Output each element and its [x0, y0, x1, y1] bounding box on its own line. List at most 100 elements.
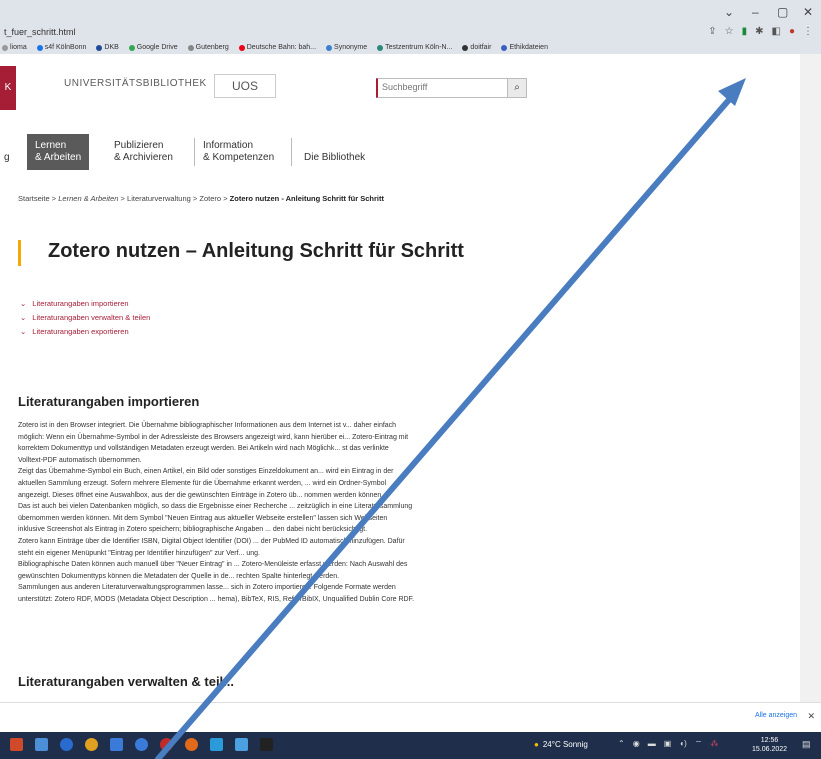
wifi-icon[interactable]: ⌔: [695, 739, 703, 749]
library-name[interactable]: UNIVERSITÄTSBIBLIOTHEK: [64, 78, 207, 89]
breadcrumb-home[interactable]: Startseite: [18, 194, 50, 203]
body-line: inklusive Screenshot als Eintrag in Zote…: [18, 526, 368, 534]
edge-icon[interactable]: [60, 738, 73, 751]
bookmark[interactable]: Deutsche Bahn: bah...: [238, 41, 316, 54]
breadcrumb-current: Zotero nutzen - Anleitung Schritt für Sc…: [229, 194, 384, 203]
bookmark[interactable]: doitfair: [462, 41, 491, 54]
breadcrumb-separator: >: [120, 194, 125, 203]
clock[interactable]: 12:56 15.06.2022: [752, 736, 787, 754]
chevron-down-icon: ⌄: [20, 312, 27, 322]
star-icon[interactable]: ☆: [725, 26, 734, 37]
nav-item-lernen[interactable]: Lernen & Arbeiten: [27, 134, 90, 170]
bookmark-icon: [462, 44, 469, 51]
clock-time: 12:56: [760, 737, 779, 744]
show-all-button[interactable]: Alle anzeigen: [755, 712, 797, 719]
toolbar-icons: ⇪ ☆ ▮ ✱ ◧ ● ⋮: [708, 26, 813, 37]
uos-logo[interactable]: UOS: [214, 74, 276, 98]
weather-widget[interactable]: ● 24°C Sonnig: [534, 740, 588, 749]
title-bar: ⌄ – ▢ ✕: [0, 0, 821, 24]
breadcrumb-literaturverwaltung[interactable]: Literaturverwaltung: [127, 194, 191, 203]
firefox-icon[interactable]: [185, 738, 198, 751]
puzzle-icon[interactable]: ✱: [755, 26, 763, 37]
db-icon: [238, 44, 245, 51]
sidepanel-icon[interactable]: ◧: [772, 26, 781, 37]
section-heading-import: Literaturangaben importieren: [18, 394, 200, 409]
address-bar[interactable]: t_fuer_schritt.html ⇪ ☆ ▮ ✱ ◧ ● ⋮: [0, 24, 821, 41]
close-window-button[interactable]: ✕: [803, 5, 813, 19]
search-icon[interactable]: ⌕: [507, 79, 526, 97]
chevron-up-icon[interactable]: ⌃: [618, 739, 625, 749]
app-tray-icon[interactable]: ⁂: [710, 739, 718, 749]
body-line: möglich: Wenn ein Übernahme-Symbol in de…: [18, 433, 409, 441]
bookmark[interactable]: Testzentrum Köln-N...: [377, 41, 452, 54]
app-icon[interactable]: [210, 738, 223, 751]
chrome-icon[interactable]: [85, 738, 98, 751]
bookmark-icon: [2, 44, 8, 51]
maximize-button[interactable]: ▢: [777, 5, 788, 19]
breadcrumb: Startseite > Lernen & Arbeiten > Literat…: [18, 194, 384, 203]
body-line: Sammlungen aus anderen Literaturverwaltu…: [18, 584, 396, 592]
toc-item[interactable]: ⌄ Literaturangaben exportieren: [20, 324, 150, 338]
bookmark[interactable]: lioma: [2, 41, 27, 54]
terminal-icon[interactable]: [260, 738, 273, 751]
nav-item-information[interactable]: Information & Kompetenzen: [203, 140, 274, 176]
notification-center-icon[interactable]: ▤: [802, 739, 811, 750]
bookmarks-bar: lioma s4f KölnBonn DKB Google Drive Gute…: [0, 41, 821, 54]
folder-icon: [501, 44, 508, 51]
section-heading-verwalten: Literaturangaben verwalten & teil...: [18, 674, 234, 689]
breadcrumb-lernen[interactable]: Lernen & Arbeiten: [58, 194, 118, 203]
bookmark[interactable]: Google Drive: [128, 41, 178, 54]
google-drive-icon: [128, 44, 135, 51]
toc-item[interactable]: ⌄ Literaturangaben verwalten & teilen: [20, 310, 150, 324]
bookmark-icon: [187, 44, 194, 51]
bookmark[interactable]: Synonyme: [326, 41, 367, 54]
bookmark[interactable]: Ethikdateien: [501, 41, 548, 54]
network-icon[interactable]: ◉: [633, 739, 640, 749]
search-box: ⌕: [376, 78, 527, 98]
app-icon[interactable]: [235, 738, 248, 751]
nav-label: Information: [203, 140, 254, 151]
breadcrumb-separator: >: [51, 194, 57, 203]
app-icon[interactable]: [35, 738, 48, 751]
extension-green-icon[interactable]: ▮: [742, 26, 748, 37]
display-icon[interactable]: ▣: [664, 739, 672, 749]
nav-item-publizieren[interactable]: Publizieren & Archivieren: [114, 140, 173, 176]
breadcrumb-zotero[interactable]: Zotero: [199, 194, 221, 203]
bookmark[interactable]: DKB: [96, 41, 119, 54]
powerpoint-icon[interactable]: [10, 738, 23, 751]
body-line: Volltext-PDF automatisch übernommen.: [18, 456, 142, 464]
body-line: gewünschten Dokumenttyps können die Meta…: [18, 572, 340, 580]
close-bar-button[interactable]: ✕: [807, 711, 815, 722]
profile-avatar-icon[interactable]: ●: [789, 26, 795, 37]
page-scrollbar[interactable]: [800, 54, 821, 702]
bookmark[interactable]: s4f KölnBonn: [36, 41, 86, 54]
browser-chrome: ⌄ – ▢ ✕ t_fuer_schritt.html ⇪ ☆ ▮ ✱ ◧ ● …: [0, 0, 821, 54]
body-line: steht ein eigener Menüpunkt "Eintrag per…: [18, 549, 260, 557]
university-logo[interactable]: K: [0, 66, 16, 110]
share-icon[interactable]: ⇪: [708, 26, 716, 37]
body-line: übernommen werden können. Mit dem Symbol…: [18, 514, 388, 522]
chevron-down-icon: ⌄: [20, 298, 27, 308]
toc-item[interactable]: ⌄ Literaturangaben importieren: [20, 296, 150, 310]
body-line: aktuellen Sammlung erzeugt. Sofern mehre…: [18, 479, 387, 487]
nav-item-bibliothek[interactable]: Die Bibliothek: [304, 152, 365, 188]
body-line: Zotero ist in den Browser integriert. Di…: [18, 422, 397, 429]
body-line: Zotero kann Einträge über die Identifier…: [18, 537, 405, 545]
battery-icon[interactable]: ▬: [648, 739, 656, 749]
nav-item-partial[interactable]: g: [4, 152, 10, 188]
menu-icon[interactable]: ⋮: [803, 26, 813, 37]
body-line: korrektem Dokumenttyp und vollständigen …: [18, 445, 389, 453]
tab-search-icon[interactable]: ⌄: [724, 5, 734, 19]
chrome-icon[interactable]: [135, 738, 148, 751]
url-text[interactable]: t_fuer_schritt.html: [4, 27, 76, 37]
title-accent-bar: [18, 240, 21, 266]
bookmark[interactable]: Gutenberg: [187, 41, 229, 54]
minimize-button[interactable]: –: [752, 5, 759, 19]
nav-divider: [194, 138, 195, 166]
search-input[interactable]: [378, 79, 506, 95]
save-icon[interactable]: [110, 738, 123, 751]
app-icon[interactable]: [160, 738, 173, 751]
breadcrumb-separator: >: [223, 194, 228, 203]
volume-icon[interactable]: ◖): [679, 739, 687, 749]
body-line: Das ist auch bei vielen Datenbanken mögl…: [18, 503, 413, 511]
